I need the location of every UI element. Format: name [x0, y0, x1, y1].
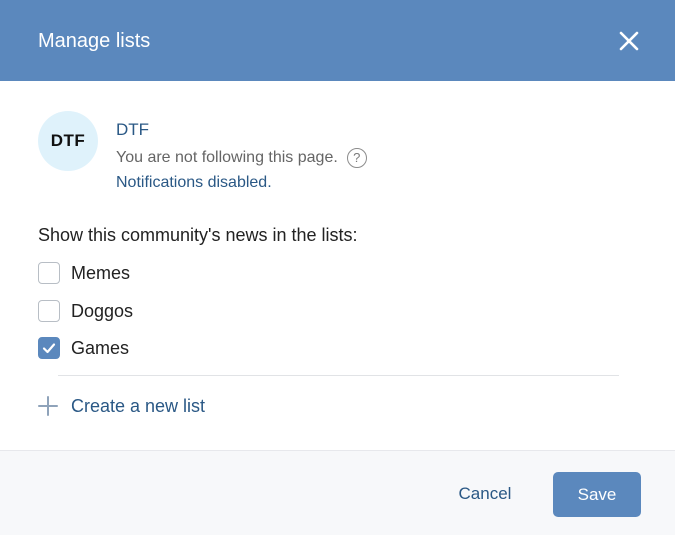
- create-new-list-button[interactable]: Create a new list: [38, 393, 205, 419]
- save-button[interactable]: Save: [553, 472, 641, 517]
- help-icon[interactable]: ?: [346, 148, 367, 168]
- list-item-games[interactable]: Games: [38, 336, 129, 360]
- plus-icon: [38, 396, 58, 416]
- checkbox-memes[interactable]: [38, 262, 60, 284]
- list-item-doggos[interactable]: Doggos: [38, 299, 133, 323]
- create-new-list-label: Create a new list: [71, 396, 206, 416]
- close-button[interactable]: [614, 26, 644, 56]
- divider: [58, 375, 619, 376]
- dialog-title: Manage lists: [38, 30, 151, 52]
- avatar-logo-text: DTF: [50, 131, 86, 150]
- checkmark-icon: [42, 343, 56, 354]
- notifications-link[interactable]: Notifications disabled.: [116, 172, 272, 194]
- list-item-label: Doggos: [71, 301, 134, 321]
- list-item-label: Memes: [71, 263, 131, 283]
- manage-lists-dialog: Manage lists DTF DTF You are not followi…: [0, 0, 675, 535]
- community-name-link[interactable]: DTF: [116, 119, 149, 141]
- list-item-memes[interactable]: Memes: [38, 261, 130, 285]
- follow-status-text: You are not following this page.: [116, 149, 338, 166]
- follow-status: You are not following this page. ?: [116, 147, 367, 169]
- dialog-footer: Cancel Save: [0, 450, 675, 535]
- close-icon: [619, 31, 639, 51]
- dialog-header: Manage lists: [0, 0, 675, 81]
- checkbox-doggos[interactable]: [38, 300, 60, 322]
- checkbox-games[interactable]: [38, 337, 60, 359]
- cancel-button[interactable]: Cancel: [440, 473, 530, 515]
- lists-heading: Show this community's news in the lists:: [38, 225, 358, 245]
- community-avatar[interactable]: DTF: [38, 111, 98, 171]
- list-item-label: Games: [71, 338, 130, 358]
